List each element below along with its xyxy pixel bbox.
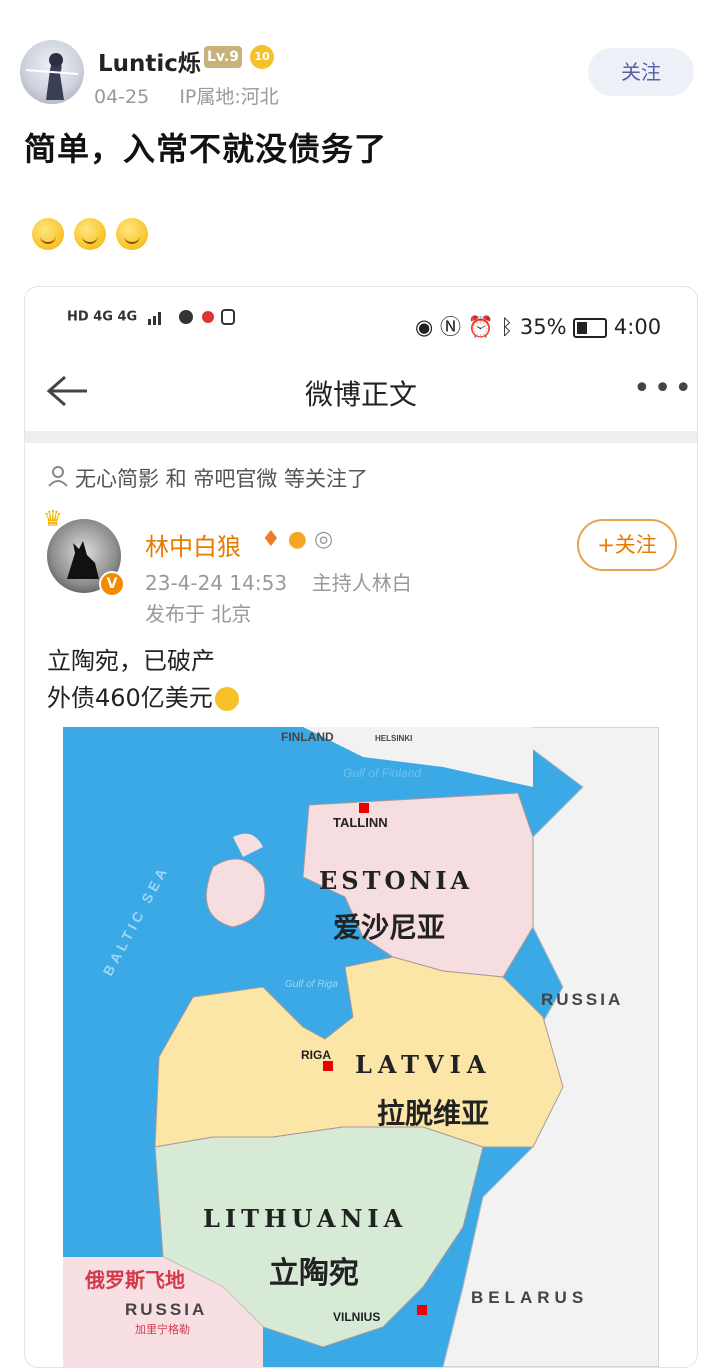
weibo-text-line: 外债460亿美元 [47,680,239,717]
divider [25,431,697,443]
more-icon[interactable]: ••• [633,371,695,406]
label-vilnius: VILNIUS [333,1310,380,1324]
post-meta: 04-25 IP属地:河北 [94,82,279,109]
label-estonia-cn: 爱沙尼亚 [333,911,445,944]
label-estonia: ESTONIA [319,866,473,895]
label-gulf-riga: Gulf of Riga [285,979,338,990]
label-finland: FINLAND [281,730,334,744]
crown-icon: ♛ [43,507,63,532]
label-kaliningrad-cn: 俄罗斯飞地 [84,1268,185,1292]
author-location: 发布于 北京 [145,602,252,626]
label-russia: RUSSIA [541,990,623,1009]
label-riga: RIGA [301,1048,331,1062]
label-lithuania-cn: 立陶宛 [269,1256,359,1291]
author-badges: ♦ ● ◎ [261,527,333,552]
fire-badge-icon: ♦ [261,527,281,552]
fish-badge-icon: ● [287,527,307,552]
label-belarus: BELARUS [471,1288,588,1307]
laughing-emoji-icon [32,218,64,250]
label-latvia-cn: 拉脱维亚 [377,1097,489,1130]
follow-button[interactable]: 关注 [588,48,694,96]
smile-emoji-icon [214,687,239,711]
ip-location: IP属地:河北 [179,86,279,108]
followed-by-text: 无心简影 和 帝吧官微 等关注了 [75,467,369,491]
status-bar: HD 4G 4G ◉ Ⓝ ⏰ ᛒ 35% 4:00 [25,287,697,357]
username[interactable]: Luntic烁 [98,44,201,78]
silver-badge-icon: ◎ [313,527,334,552]
alarm-icon: ⏰ [467,315,494,339]
eye-icon: ◉ [415,315,434,339]
clock: 4:00 [613,315,662,339]
nfc-icon: Ⓝ [440,315,462,339]
laughing-emoji-icon [74,218,106,250]
label-latvia: LATVIA [355,1050,492,1079]
embedded-screenshot[interactable]: HD 4G 4G ◉ Ⓝ ⏰ ᛒ 35% 4:00 微博正文 ••• 无心简影 … [24,286,698,1368]
label-lithuania: LITHUANIA [203,1204,407,1233]
verified-icon: V [99,571,125,597]
author-date: 23-4-24 14:53 [145,571,288,595]
nav-title: 微博正文 [304,378,417,411]
level-badge: Lv.9 [204,46,242,68]
author-meta: 23-4-24 14:53 主持人林白 发布于 北京 [145,568,412,630]
weibo-text: 立陶宛，已破产 外债460亿美元 [47,643,239,717]
battery-percent: 35% [519,315,567,339]
signal-icons: HD 4G 4G [67,307,236,327]
baltic-map[interactable]: FINLAND HELSINKI Gulf of Finland BALTIC … [63,727,659,1367]
label-helsinki: HELSINKI [375,734,412,743]
label-gulf-finland: Gulf of Finland [343,766,421,780]
author-source: 主持人林白 [311,571,412,595]
battery-icon [573,318,608,338]
post-date: 04-25 [94,86,150,108]
avatar[interactable] [20,40,84,104]
bluetooth-icon: ᛒ [500,315,514,339]
label-kaliningrad-sub: 加里宁格勒 [135,1322,190,1336]
person-icon [48,466,68,487]
post-text: 简单，入常不就没债务了 [24,130,388,168]
laughing-emoji-icon [116,218,148,250]
medal-badge: 10 [250,45,274,69]
author-name[interactable]: 林中白狼 [145,527,241,562]
label-kaliningrad-ru: RUSSIA [125,1300,207,1319]
label-tallinn: TALLINN [333,815,388,830]
follow-author-button[interactable]: +关注 [577,519,677,571]
weibo-text-line: 立陶宛，已破产 [47,647,215,675]
status-right: ◉ Ⓝ ⏰ ᛒ 35% 4:00 [415,311,661,341]
